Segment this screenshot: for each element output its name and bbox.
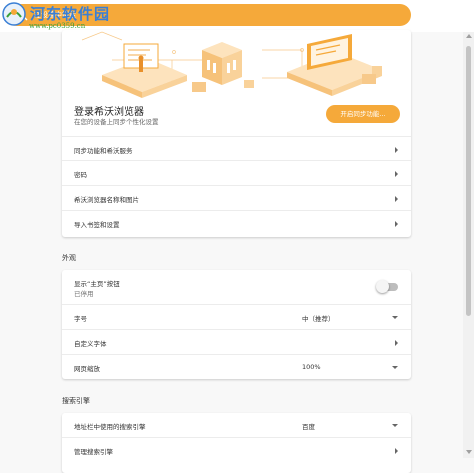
watermark-title: 河东软件园	[30, 5, 111, 23]
address-bar-engine-label: 地址栏中使用的搜索引擎	[74, 423, 146, 431]
watermark-url: www.pc0359.cn	[29, 22, 86, 30]
enable-sync-button[interactable]: 开启同步功能...	[326, 105, 400, 123]
font-size-label: 字号	[74, 315, 87, 323]
home-button-toggle-knob[interactable]	[376, 280, 389, 293]
chevron-down-icon	[392, 366, 398, 369]
appearance-card: 显示“主页”按钮 已停用 字号 中（推荐） 自定义字体 网页缩放 100%	[62, 270, 411, 379]
scroll-thumb[interactable]	[466, 46, 471, 316]
search-engine-card: 地址栏中使用的搜索引擎 百度 管理搜索引擎	[62, 413, 411, 473]
chevron-right-icon	[395, 171, 398, 177]
passwords-row[interactable]: 密码	[62, 160, 411, 185]
page-zoom-label: 网页缩放	[74, 365, 100, 373]
import-bookmarks-row[interactable]: 导入书签和设置	[62, 210, 411, 235]
address-bar-engine-value[interactable]: 百度	[302, 421, 315, 431]
sync-card: 登录希沃浏览器 在您的设备上同步个性化设置 开启同步功能... 同步功能和希沃服…	[62, 30, 411, 237]
scroll-down-arrow-icon[interactable]	[466, 450, 472, 454]
chevron-right-icon	[395, 340, 398, 346]
chevron-down-icon	[392, 316, 398, 319]
home-button-state: 已停用	[74, 290, 94, 298]
sync-hero-illustration	[81, 31, 382, 98]
watermark-logo-icon	[2, 2, 26, 26]
font-size-row[interactable]: 字号 中（推荐）	[62, 304, 411, 329]
appearance-section-title: 外观	[62, 254, 76, 262]
address-bar-engine-row[interactable]: 地址栏中使用的搜索引擎 百度	[62, 413, 411, 437]
page-zoom-row[interactable]: 网页缩放 100%	[62, 354, 411, 379]
browser-name-picture-row[interactable]: 希沃浏览器名称和图片	[62, 185, 411, 210]
home-button-label: 显示“主页”按钮	[74, 280, 120, 288]
font-size-value[interactable]: 中（推荐）	[302, 313, 335, 323]
scroll-up-arrow-icon[interactable]	[466, 34, 472, 38]
chevron-right-icon	[395, 147, 398, 153]
row-label: 导入书签和设置	[74, 221, 120, 229]
chevron-right-icon	[395, 448, 398, 454]
manage-search-engines-row[interactable]: 管理搜索引擎	[62, 437, 411, 462]
chevron-down-icon	[392, 424, 398, 427]
top-bar: 在设置中搜索 河东软件园 www.pc0359.cn	[0, 0, 474, 32]
chevron-right-icon	[395, 221, 398, 227]
manage-search-engines-label: 管理搜索引擎	[74, 448, 113, 456]
home-button-row[interactable]: 显示“主页”按钮 已停用	[62, 270, 411, 304]
custom-fonts-label: 自定义字体	[74, 340, 107, 348]
row-label: 密码	[74, 171, 87, 179]
row-label: 希沃浏览器名称和图片	[74, 196, 139, 204]
page-scrollbar[interactable]	[463, 32, 474, 458]
chevron-right-icon	[395, 196, 398, 202]
page-zoom-value[interactable]: 100%	[302, 363, 321, 371]
sync-subtitle: 在您的设备上同步个性化设置	[74, 118, 159, 126]
custom-fonts-row[interactable]: 自定义字体	[62, 329, 411, 354]
search-engine-section-title: 搜索引擎	[62, 397, 90, 405]
row-label: 同步功能和希沃服务	[74, 147, 133, 155]
sync-services-row[interactable]: 同步功能和希沃服务	[62, 136, 411, 161]
